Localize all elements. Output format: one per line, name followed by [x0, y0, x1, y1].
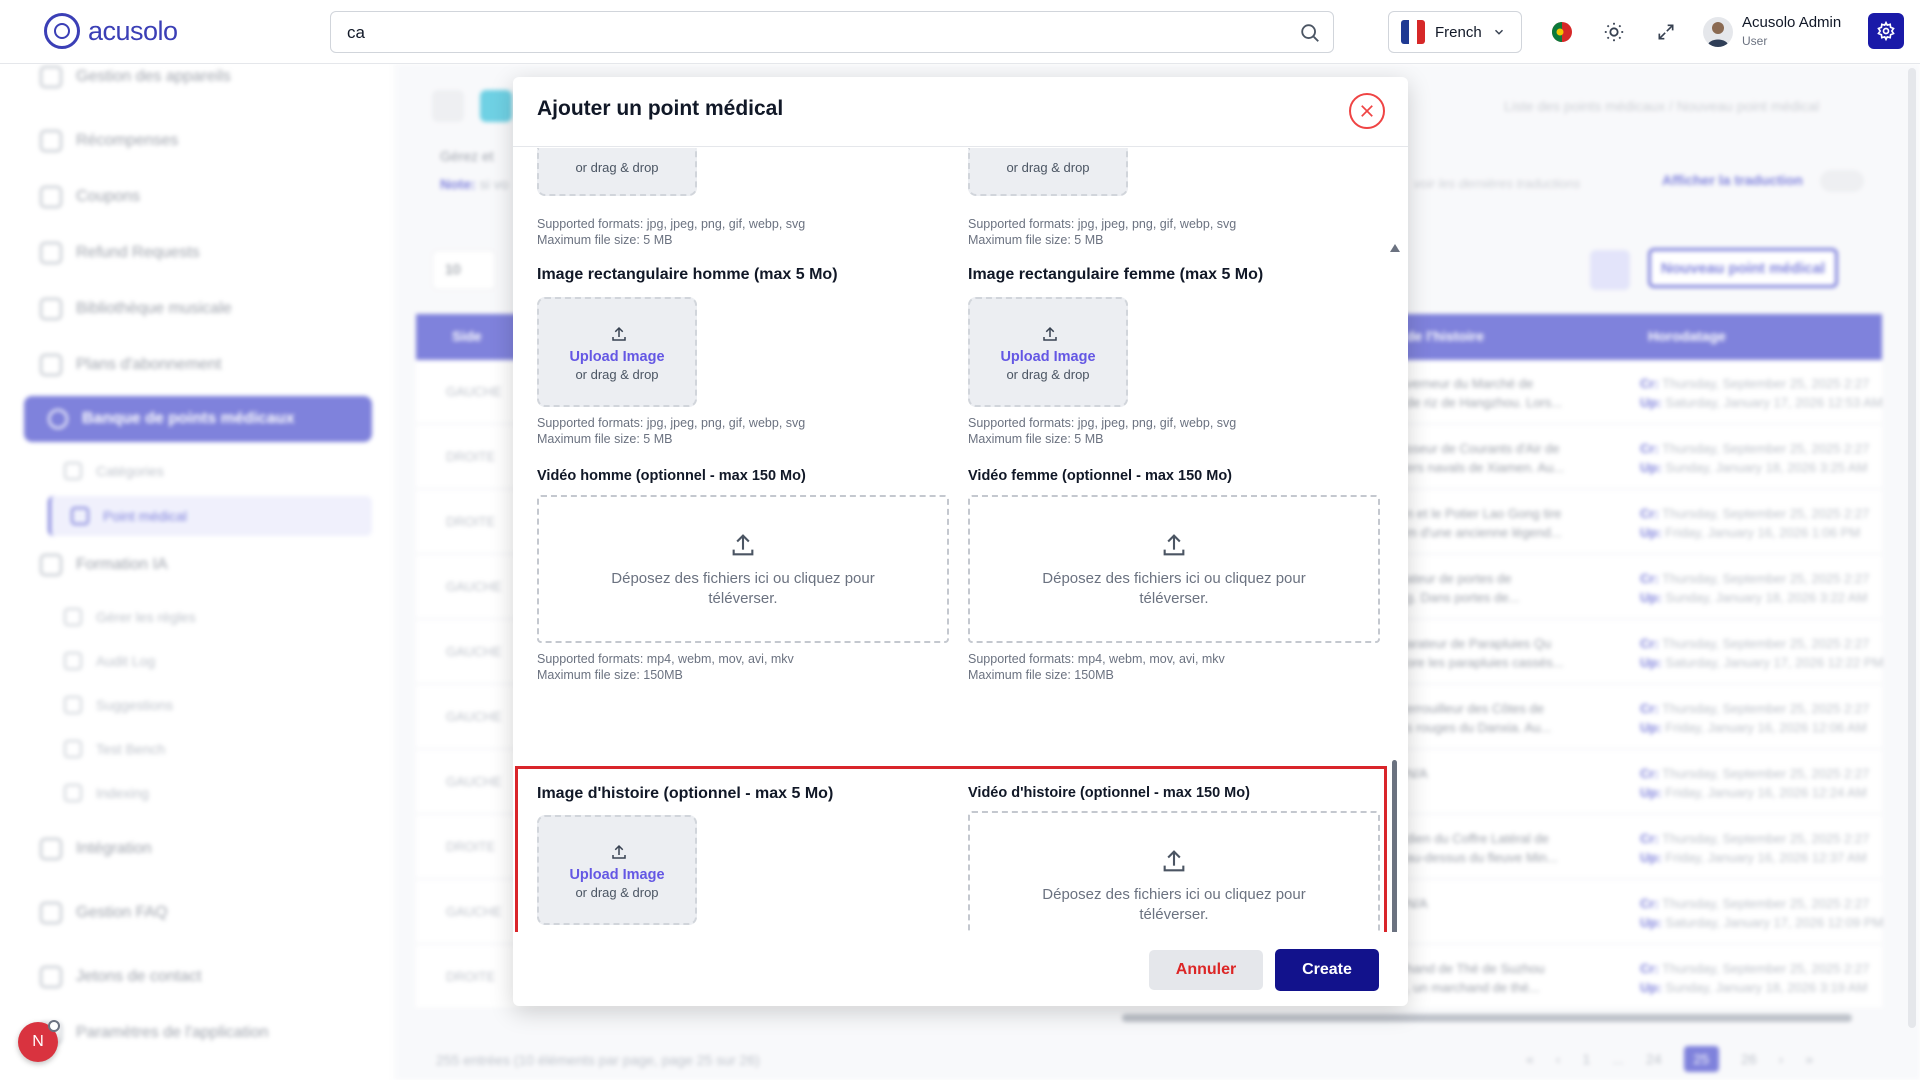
- upload-icon: [1043, 326, 1057, 341]
- language-select[interactable]: French: [1388, 11, 1522, 53]
- upload-image-label: Upload Image: [569, 867, 665, 883]
- logo-text: acusolo: [88, 15, 178, 46]
- upload-icon: [1163, 534, 1185, 556]
- image-format-hint: Supported formats: jpg, jpeg, png, gif, …: [537, 416, 806, 446]
- upload-image-label: Upload Image: [569, 349, 665, 365]
- drag-drop-label: or drag & drop: [575, 367, 659, 382]
- search-value[interactable]: ca: [347, 23, 365, 43]
- notification-initial: N: [32, 1033, 44, 1050]
- video-format-hint: Supported formats: mp4, webm, mov, avi, …: [968, 652, 1225, 682]
- dropzone-text: Déposez des fichiers ici ou cliquez pour…: [611, 570, 875, 607]
- drag-drop-label: or drag & drop: [1006, 367, 1090, 382]
- image-format-hint: Supported formats: jpg, jpeg, png, gif, …: [968, 416, 1237, 446]
- female-video-label: Vidéo femme (optionnel - max 150 Mo): [968, 468, 1233, 484]
- modal-scrollbar-thumb[interactable]: [1392, 760, 1397, 932]
- avatar[interactable]: [1703, 17, 1733, 47]
- search-input[interactable]: ca: [330, 11, 1334, 53]
- gear-icon: [1877, 21, 1895, 41]
- upload-icon: [612, 844, 626, 859]
- video-format-hint: Supported formats: mp4, webm, mov, avi, …: [537, 652, 794, 682]
- user-role: User: [1742, 34, 1768, 48]
- theme-toggle-icon[interactable]: [1602, 20, 1626, 44]
- modal-footer: Annuler Create: [513, 932, 1408, 1006]
- upload-icon: [612, 326, 626, 341]
- rect-male-image-upload[interactable]: Upload Image or drag & drop: [537, 297, 697, 407]
- dropzone-text: Déposez des fichiers ici ou cliquez pour…: [1042, 570, 1306, 607]
- status-dot: [48, 1020, 60, 1032]
- modal-title: Ajouter un point médical: [537, 97, 784, 120]
- dropzone-text: Déposez des fichiers ici ou cliquez pour…: [1042, 886, 1306, 923]
- modal-header: Ajouter un point médical: [513, 77, 1408, 147]
- rect-female-image-upload[interactable]: Upload Image or drag & drop: [968, 297, 1128, 407]
- chevron-down-icon: [1494, 29, 1503, 35]
- upload-icon: [732, 534, 754, 556]
- logo-icon: [44, 13, 80, 49]
- drag-drop-label: or drag & drop: [575, 885, 659, 900]
- image-format-hint: Supported formats: jpg, jpeg, png, gif, …: [537, 217, 806, 247]
- top-bar: acusolo ca French Acusolo Admin User: [0, 0, 1920, 64]
- portugal-flag-icon[interactable]: [1550, 20, 1574, 44]
- female-video-dropzone[interactable]: Déposez des fichiers ici ou cliquez pour…: [968, 495, 1380, 643]
- story-image-label: Image d'histoire (optionnel - max 5 Mo): [537, 785, 834, 802]
- rect-male-image-label: Image rectangulaire homme (max 5 Mo): [537, 266, 838, 283]
- language-label: French: [1435, 23, 1482, 41]
- story-video-label: Vidéo d'histoire (optionnel - max 150 Mo…: [968, 785, 1250, 801]
- notification-avatar-button[interactable]: N: [18, 1020, 60, 1062]
- page-scrollbar[interactable]: [1908, 68, 1916, 1028]
- close-icon: [1361, 105, 1373, 117]
- square-male-image-upload[interactable]: or drag & drop: [537, 148, 697, 196]
- close-button[interactable]: [1349, 93, 1385, 129]
- square-female-image-upload[interactable]: or drag & drop: [968, 148, 1128, 196]
- upload-image-label: Upload Image: [1000, 349, 1096, 365]
- cancel-button[interactable]: Annuler: [1149, 950, 1263, 990]
- male-video-label: Vidéo homme (optionnel - max 150 Mo): [537, 468, 806, 484]
- scroll-up-arrow-icon[interactable]: [1390, 244, 1400, 252]
- male-video-dropzone[interactable]: Déposez des fichiers ici ou cliquez pour…: [537, 495, 949, 643]
- logo[interactable]: acusolo: [44, 13, 178, 49]
- french-flag-icon: [1401, 20, 1425, 44]
- modal-body: or drag & drop Supported formats: jpg, j…: [513, 148, 1408, 932]
- add-medical-point-dialog: Ajouter un point médical or drag & drop …: [513, 77, 1408, 1006]
- search-icon[interactable]: [1299, 22, 1321, 44]
- create-button[interactable]: Create: [1275, 949, 1379, 991]
- upload-icon: [1163, 850, 1185, 872]
- fullscreen-icon[interactable]: [1654, 20, 1678, 44]
- user-name[interactable]: Acusolo Admin: [1742, 14, 1841, 31]
- story-image-upload[interactable]: Upload Image or drag & drop: [537, 815, 697, 925]
- story-video-dropzone[interactable]: Déposez des fichiers ici ou cliquez pour…: [968, 811, 1380, 932]
- settings-button[interactable]: [1868, 13, 1904, 49]
- image-format-hint: Supported formats: jpg, jpeg, png, gif, …: [968, 217, 1237, 247]
- rect-female-image-label: Image rectangulaire femme (max 5 Mo): [968, 266, 1264, 283]
